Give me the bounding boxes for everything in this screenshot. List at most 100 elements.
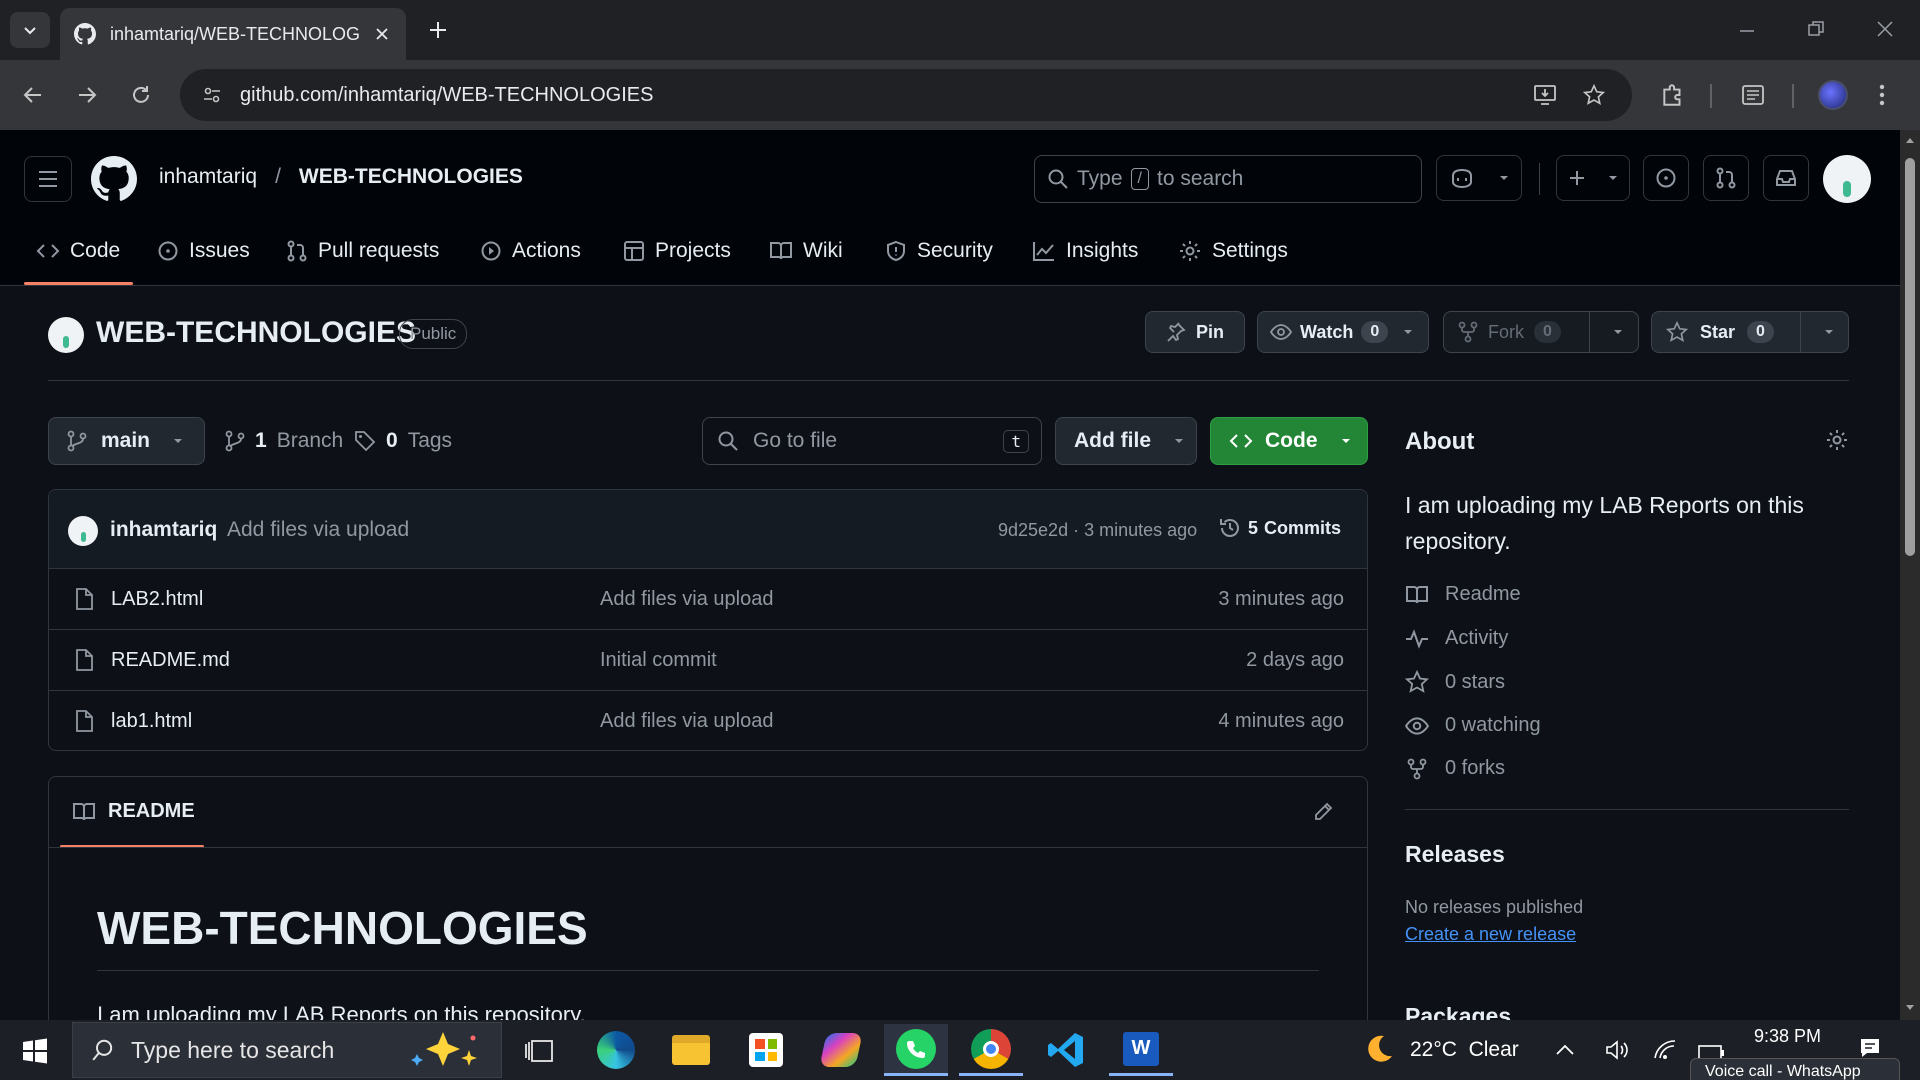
table-row[interactable]: README.md Initial commit 2 days ago [48, 629, 1368, 690]
pull-requests-header-button[interactable] [1703, 155, 1749, 201]
bookmark-star-icon[interactable] [1583, 84, 1605, 106]
close-tab-icon[interactable] [374, 26, 390, 42]
about-activity-link[interactable]: Activity [1405, 627, 1508, 650]
taskbar-store-icon[interactable] [734, 1024, 798, 1076]
about-stars-link[interactable]: 0 stars [1405, 670, 1505, 694]
commit-message[interactable]: Add files via upload [227, 518, 409, 542]
taskbar-chrome-icon[interactable] [959, 1024, 1023, 1076]
minimize-icon[interactable] [1738, 22, 1756, 40]
create-release-link[interactable]: Create a new release [1405, 924, 1576, 945]
file-commit-message[interactable]: Add files via upload [600, 710, 773, 733]
watch-button[interactable]: Watch 0 [1257, 311, 1429, 353]
commit-hash-time[interactable]: 9d25e2d · 3 minutes ago [998, 520, 1197, 541]
close-window-icon[interactable] [1876, 20, 1894, 38]
file-name[interactable]: README.md [111, 649, 230, 672]
clock-time[interactable]: 9:38 PM [1754, 1026, 1821, 1047]
taskbar-search-box[interactable]: Type here to search [72, 1022, 502, 1078]
github-logo-icon[interactable] [91, 156, 137, 202]
taskbar-edge-icon[interactable] [584, 1024, 648, 1076]
taskbar-copilot-icon[interactable] [809, 1024, 873, 1076]
repo-title[interactable]: WEB-TECHNOLOGIES [96, 316, 416, 350]
site-info-icon[interactable] [202, 85, 222, 105]
tab-code[interactable]: Code [36, 226, 120, 276]
table-row[interactable]: LAB2.html Add files via upload 3 minutes… [48, 568, 1368, 629]
issue-opened-icon [1656, 168, 1676, 188]
new-tab-icon[interactable] [427, 19, 449, 41]
taskbar-word-icon[interactable]: W [1109, 1024, 1173, 1076]
pin-button[interactable]: Pin [1145, 311, 1245, 353]
releases-heading[interactable]: Releases [1405, 841, 1505, 868]
scrollbar-thumb[interactable] [1905, 158, 1915, 556]
profile-avatar[interactable] [1818, 80, 1848, 110]
file-name[interactable]: lab1.html [111, 710, 192, 733]
page-scrollbar[interactable] [1900, 130, 1920, 1020]
issues-header-button[interactable] [1643, 155, 1689, 201]
file-name[interactable]: LAB2.html [111, 588, 203, 611]
add-file-button[interactable]: Add file [1055, 417, 1197, 465]
tab-security[interactable]: Security [885, 226, 993, 276]
weather-text[interactable]: 22°C Clear [1410, 1038, 1519, 1062]
file-icon [76, 710, 93, 732]
search-suffix: to search [1156, 167, 1244, 190]
inbox-button[interactable] [1763, 155, 1809, 201]
restore-icon[interactable] [1807, 20, 1825, 38]
table-row[interactable]: lab1.html Add files via upload 4 minutes… [48, 690, 1368, 751]
copilot-button[interactable] [1436, 155, 1522, 201]
weather-moon-icon[interactable] [1362, 1032, 1396, 1066]
forward-icon[interactable] [76, 84, 98, 106]
tab-search-button[interactable] [10, 12, 50, 48]
file-commit-message[interactable]: Add files via upload [600, 588, 773, 611]
about-forks-link[interactable]: 0 forks [1405, 757, 1505, 780]
whatsapp-call-notification[interactable]: Voice call - WhatsApp [1690, 1058, 1900, 1080]
commits-history-link[interactable]: 5 Commits [1218, 516, 1341, 540]
tab-settings[interactable]: Settings [1178, 226, 1288, 276]
extensions-icon[interactable] [1660, 82, 1686, 108]
breadcrumb-repo-link[interactable]: WEB-TECHNOLOGIES [299, 165, 523, 189]
scroll-down-icon[interactable] [1905, 1004, 1915, 1012]
tab-actions[interactable]: Actions [480, 226, 581, 276]
branches-link[interactable]: 1 Branch [225, 429, 343, 453]
sidebar-divider [1405, 809, 1849, 810]
tab-wiki[interactable]: Wiki [769, 226, 843, 276]
install-app-icon[interactable] [1533, 84, 1557, 106]
go-to-file-input[interactable]: Go to file t [702, 417, 1042, 465]
hamburger-menu-button[interactable] [24, 156, 72, 202]
taskbar-file-explorer-icon[interactable] [659, 1024, 723, 1076]
browser-menu-icon[interactable] [1877, 83, 1887, 107]
create-new-button[interactable] [1556, 155, 1630, 201]
global-search-input[interactable]: Type / to search [1034, 155, 1422, 203]
scroll-up-icon[interactable] [1905, 136, 1915, 144]
about-watching-link[interactable]: 0 watching [1405, 714, 1541, 737]
commit-author[interactable]: inhamtariq [110, 518, 217, 542]
taskbar-whatsapp-icon[interactable] [884, 1024, 948, 1076]
gear-icon[interactable] [1825, 428, 1849, 452]
wifi-icon[interactable] [1652, 1038, 1678, 1062]
volume-icon[interactable] [1604, 1038, 1630, 1062]
tab-projects[interactable]: Projects [623, 226, 731, 276]
file-commit-message[interactable]: Initial commit [600, 649, 717, 672]
taskbar-vscode-icon[interactable] [1034, 1024, 1098, 1076]
back-icon[interactable] [22, 84, 44, 106]
branch-selector[interactable]: main [48, 417, 205, 465]
about-readme-link[interactable]: Readme [1405, 583, 1521, 606]
edit-pencil-icon[interactable] [1312, 801, 1334, 823]
tags-link[interactable]: 0 Tags [354, 429, 452, 453]
breadcrumb-owner-link[interactable]: inhamtariq [159, 165, 257, 189]
star-button[interactable]: Star 0 [1651, 311, 1849, 353]
readme-tab[interactable]: README [72, 800, 195, 823]
readme-heading-divider [97, 970, 1319, 971]
address-bar[interactable]: github.com/inhamtariq/WEB-TECHNOLOGIES [180, 69, 1632, 121]
chevron-up-icon[interactable] [1555, 1042, 1575, 1056]
browser-tab-active[interactable]: inhamtariq/WEB-TECHNOLOGIES [60, 8, 406, 60]
reload-icon[interactable] [130, 84, 152, 106]
task-view-icon[interactable] [524, 1038, 554, 1064]
reading-list-icon[interactable] [1741, 84, 1765, 106]
tab-issues[interactable]: Issues [157, 226, 250, 276]
notification-center-icon[interactable] [1858, 1036, 1882, 1060]
code-dropdown-button[interactable]: Code [1210, 417, 1368, 465]
tab-pull-requests[interactable]: Pull requests [286, 226, 439, 276]
tab-insights[interactable]: Insights [1032, 226, 1138, 276]
commit-author-avatar[interactable] [68, 516, 98, 546]
user-avatar[interactable] [1823, 155, 1871, 203]
windows-start-icon[interactable] [22, 1038, 48, 1064]
